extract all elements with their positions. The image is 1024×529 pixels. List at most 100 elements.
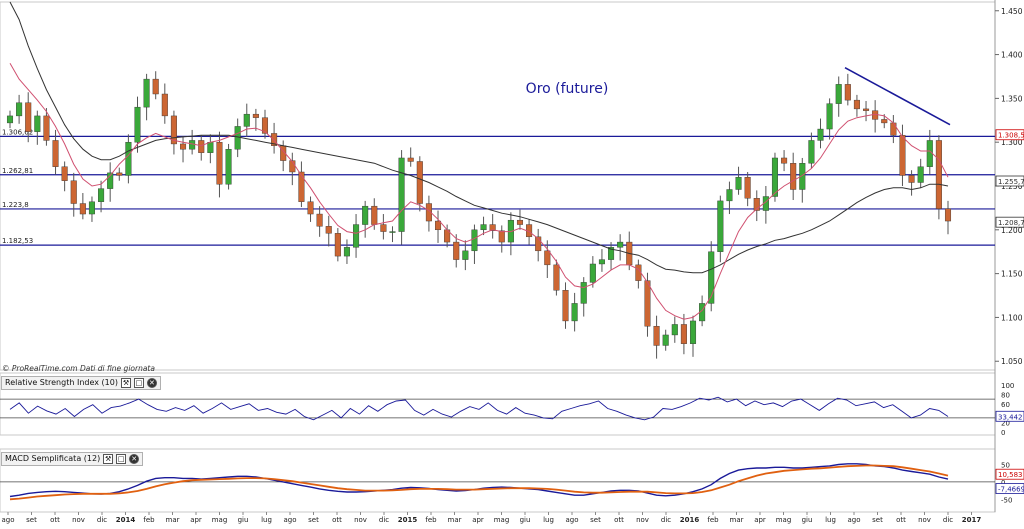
- candle-down: [416, 161, 423, 204]
- time-axis-label: ott: [614, 516, 624, 524]
- candle-up: [462, 250, 469, 260]
- time-axis-label: 2016: [680, 516, 700, 524]
- macd-panel-header: MACD Semplificata (12) ⚒ □ ✕: [1, 452, 144, 466]
- time-axis-label: mar: [730, 516, 744, 524]
- rsi-value-tag: 33,442: [998, 413, 1023, 421]
- price-panel-frame: [0, 1, 996, 371]
- candle-down: [79, 203, 86, 215]
- candle-down: [334, 233, 341, 257]
- candle-down: [52, 140, 59, 167]
- time-axis-label: mag: [212, 516, 228, 524]
- time-axis-label: ago: [847, 516, 860, 524]
- candle-down: [544, 250, 551, 266]
- candle-up: [34, 115, 41, 132]
- price-axis-label: 1.100: [1001, 313, 1023, 322]
- candle-up: [835, 84, 842, 104]
- wrench-icon[interactable]: ⚒: [103, 454, 114, 464]
- time-axis-label: nov: [354, 516, 367, 524]
- wrench-icon[interactable]: ⚒: [120, 378, 131, 388]
- time-axis-label: dic: [943, 516, 953, 524]
- candle-up: [808, 140, 815, 164]
- time-axis-label: nov: [918, 516, 931, 524]
- time-axis-label: feb: [143, 516, 155, 524]
- close-icon[interactable]: ✕: [146, 378, 157, 388]
- candle-down: [371, 205, 378, 225]
- candle-down: [380, 224, 387, 232]
- time-axis-label: set: [26, 516, 37, 524]
- candle-up: [143, 78, 150, 108]
- candle-down: [781, 157, 788, 164]
- candle-up: [580, 282, 587, 304]
- time-axis-label: giu: [238, 516, 249, 524]
- candle-down: [61, 166, 68, 181]
- time-axis-label: dic: [661, 516, 671, 524]
- candle-down: [653, 325, 660, 346]
- rsi-axis-label: 0: [1001, 429, 1005, 437]
- candle-down: [298, 171, 305, 202]
- candle-down: [553, 264, 560, 291]
- candle-down: [216, 141, 223, 185]
- candle-up: [480, 224, 487, 231]
- candle-down: [562, 290, 569, 322]
- maximize-icon[interactable]: □: [116, 454, 127, 464]
- candle-up: [771, 157, 778, 197]
- time-axis-label: dic: [97, 516, 107, 524]
- candle-up: [16, 102, 23, 117]
- candle-down: [790, 163, 797, 190]
- data-credit: © ProRealTime.com Dati di fine giornata: [2, 364, 155, 373]
- candle-down: [644, 280, 651, 327]
- time-axis-label: lug: [261, 516, 272, 524]
- time-axis-label: ott: [896, 516, 906, 524]
- candle-up: [362, 205, 369, 225]
- time-axis-label: set: [872, 516, 883, 524]
- time-axis-label: mag: [494, 516, 510, 524]
- macd-panel-title: MACD Semplificata (12): [5, 454, 101, 463]
- candle-down: [890, 122, 897, 136]
- candle-down: [516, 219, 524, 225]
- macd-axis-label: 50: [1001, 461, 1010, 469]
- candle-down: [152, 78, 159, 95]
- time-axis-label: lug: [543, 516, 554, 524]
- time-axis-label: ott: [332, 516, 342, 524]
- price-tag-label: 1.208,7: [998, 219, 1024, 227]
- candle-down: [908, 175, 915, 183]
- candle-up: [98, 188, 105, 202]
- candle-up: [598, 259, 605, 265]
- candle-down: [43, 115, 50, 141]
- time-axis-label: feb: [425, 516, 437, 524]
- time-axis-label: ago: [565, 516, 578, 524]
- candle-down: [935, 140, 942, 209]
- macd-value-tag: 10,583: [998, 471, 1023, 479]
- candle-up: [243, 113, 250, 127]
- candle-down: [198, 140, 205, 153]
- candle-down: [844, 84, 851, 101]
- close-icon[interactable]: ✕: [129, 454, 140, 464]
- price-axis-label: 1.450: [1001, 7, 1023, 16]
- macd-value-tag: -7,4669: [998, 486, 1024, 494]
- time-axis-label: apr: [472, 516, 484, 524]
- maximize-icon[interactable]: □: [133, 378, 144, 388]
- level-label: 1.182,53: [2, 237, 33, 245]
- time-axis-label: lug: [825, 516, 836, 524]
- candle-down: [325, 226, 332, 234]
- candle-up: [735, 177, 742, 190]
- candle-down: [161, 93, 168, 117]
- candle-up: [343, 247, 350, 257]
- chart-title: Oro (future): [526, 81, 609, 97]
- candle-up: [125, 141, 132, 176]
- candle-up: [571, 303, 578, 322]
- candle-up: [6, 115, 14, 124]
- candle-down: [498, 230, 505, 243]
- time-axis-label: ott: [50, 516, 60, 524]
- time-axis-label: feb: [707, 516, 719, 524]
- candle-down: [881, 119, 888, 124]
- rsi-panel-title: Relative Strength Index (10): [5, 378, 118, 387]
- time-axis-label: nov: [636, 516, 649, 524]
- candle-down: [116, 172, 123, 176]
- candle-up: [671, 324, 678, 336]
- price-axis-label: 1.150: [1001, 270, 1023, 279]
- price-axis-label: 1.400: [1001, 51, 1023, 60]
- level-label: 1.223,8: [2, 201, 29, 209]
- candle-down: [407, 157, 414, 162]
- time-axis-label: mar: [448, 516, 462, 524]
